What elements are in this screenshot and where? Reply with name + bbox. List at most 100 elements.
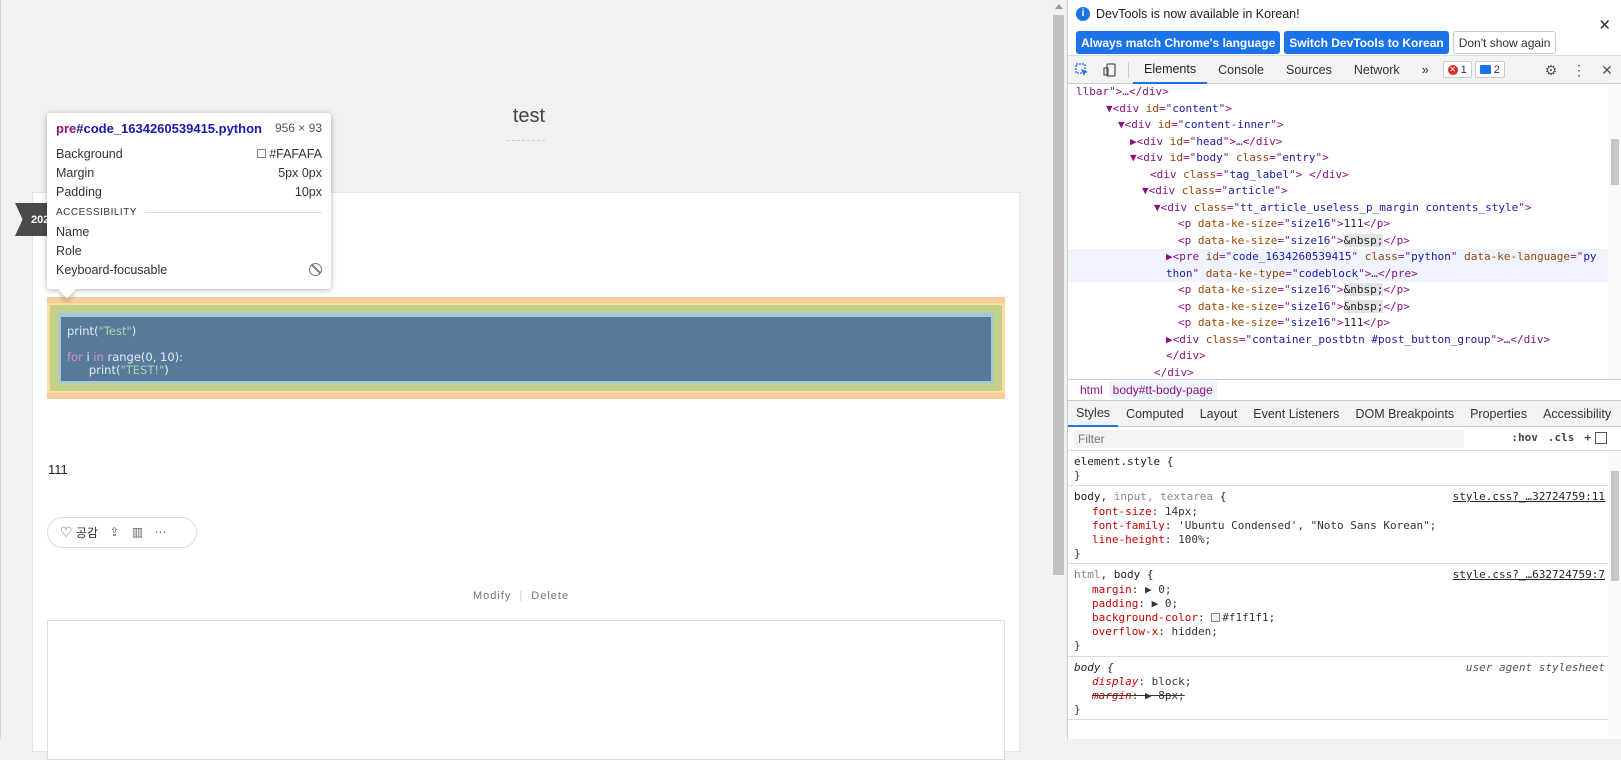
styles-pane: element.style { } body, input, textarea …: [1068, 451, 1621, 736]
page-scrollbar[interactable]: [1050, 0, 1067, 739]
tab-event-listeners[interactable]: Event Listeners: [1245, 401, 1347, 427]
post-title: test: [512, 105, 546, 127]
dom-node[interactable]: <p data-ke-size="size16">111</p>: [1068, 216, 1621, 233]
tab-console[interactable]: Console: [1207, 56, 1275, 84]
color-swatch[interactable]: [1211, 613, 1221, 623]
dom-tree: llbar">…</div> ▼<div id="content"> ▼<div…: [1068, 84, 1621, 379]
close-icon[interactable]: ✕: [1598, 16, 1611, 34]
more-tabs-icon[interactable]: »: [1411, 56, 1440, 84]
css-declaration[interactable]: overflow-x: hidden;: [1074, 625, 1615, 639]
dom-node[interactable]: ▼<div id="content">: [1068, 101, 1621, 118]
css-declaration[interactable]: margin: ▶ 0;: [1074, 583, 1615, 597]
close-devtools-icon[interactable]: ✕: [1593, 56, 1621, 84]
heart-icon: ♡: [60, 524, 73, 540]
dom-node[interactable]: ▼<div id="body" class="entry">: [1068, 150, 1621, 167]
dom-node[interactable]: <p data-ke-size="size16">111</p>: [1068, 315, 1621, 332]
switch-to-korean-button[interactable]: Switch DevTools to Korean: [1284, 31, 1449, 54]
dom-scrollbar[interactable]: [1608, 84, 1621, 379]
tooltip-selector: pre#code_1634260539415.python: [56, 121, 262, 136]
user-agent-label: user agent stylesheet: [1465, 660, 1605, 674]
stylesheet-link[interactable]: style.css?_…32724759:11: [1453, 490, 1605, 504]
stats-icon[interactable]: ▥: [131, 526, 144, 539]
hover-state-toggle[interactable]: :hov: [1511, 431, 1538, 444]
dom-node[interactable]: </div>: [1068, 348, 1621, 365]
color-swatch: [257, 149, 267, 158]
title-divider: [507, 140, 545, 141]
css-declaration[interactable]: padding: ▶ 0;: [1074, 597, 1615, 611]
filter-input[interactable]: [1074, 429, 1464, 448]
dom-node[interactable]: ▼<div class="article">: [1068, 183, 1621, 200]
dom-node[interactable]: ▶<div id="head">…</div>: [1068, 134, 1621, 151]
more-icon[interactable]: ⋯: [154, 526, 167, 539]
scrollbar-thumb[interactable]: [1611, 139, 1619, 185]
dom-node[interactable]: ▼<div id="content-inner">: [1068, 117, 1621, 134]
style-rule-html-body: html, body { style.css?_…632724759:7 mar…: [1068, 564, 1621, 657]
css-declaration[interactable]: font-size: 14px;: [1074, 505, 1615, 519]
toolbar-divider: [1128, 61, 1129, 78]
css-declaration[interactable]: background-color: #f1f1f1;: [1074, 611, 1615, 625]
styles-subtabs: Styles Computed Layout Event Listeners D…: [1068, 401, 1621, 427]
code-line: print("Test"): [67, 324, 137, 338]
modify-link[interactable]: Modify: [473, 590, 511, 602]
match-chrome-language-button[interactable]: Always match Chrome's language: [1076, 31, 1281, 54]
new-rule-button[interactable]: +: [1584, 431, 1591, 444]
web-page: test 202 print("Test") for i in range(0,…: [0, 0, 1050, 760]
delete-link[interactable]: Delete: [531, 590, 569, 602]
tab-layout[interactable]: Layout: [1192, 401, 1246, 427]
tab-dom-breakpoints[interactable]: DOM Breakpoints: [1347, 401, 1462, 427]
tooltip-row-margin: Margin 5px 0px: [56, 165, 322, 180]
dom-node[interactable]: <p data-ke-size="size16">&nbsp;</p>: [1068, 233, 1621, 250]
styles-scrollbar[interactable]: [1608, 451, 1621, 736]
message-icon: [1479, 65, 1491, 74]
kebab-menu-icon[interactable]: ⋮: [1565, 56, 1593, 84]
style-rule-element: element.style { }: [1068, 451, 1621, 487]
dom-node[interactable]: <p data-ke-size="size16">&nbsp;</p>: [1068, 299, 1621, 316]
inspect-tooltip: pre#code_1634260539415.python 956 × 93 B…: [47, 113, 331, 289]
dom-node[interactable]: </div>: [1068, 365, 1621, 380]
dom-node[interactable]: ▼<div class="tt_article_useless_p_margin…: [1068, 200, 1621, 217]
stylesheet-link[interactable]: style.css?_…632724759:7: [1453, 568, 1605, 582]
error-count-badge[interactable]: ✕ 1: [1442, 61, 1472, 78]
tab-network[interactable]: Network: [1343, 56, 1411, 84]
tab-elements[interactable]: Elements: [1133, 56, 1208, 84]
tab-sources[interactable]: Sources: [1275, 56, 1343, 84]
class-toggle[interactable]: .cls: [1548, 431, 1575, 444]
css-declaration-overridden: margin: ▶ 8px;: [1092, 689, 1185, 703]
tab-styles[interactable]: Styles: [1068, 401, 1119, 427]
scrollbar-thumb[interactable]: [1611, 471, 1619, 581]
tooltip-row-background: Background #FAFAFA: [56, 146, 322, 161]
devtools-toolbar: Elements Console Sources Network » ✕ 1 2 …: [1068, 56, 1621, 84]
dom-node[interactable]: <div class="tag_label"> </div>: [1068, 167, 1621, 184]
css-declaration: display: block;: [1092, 674, 1192, 688]
dom-node[interactable]: <p data-ke-size="size16">&nbsp;</p>: [1068, 282, 1621, 299]
comment-box[interactable]: [47, 620, 1005, 760]
toggle-sidebar-icon[interactable]: [1595, 432, 1607, 444]
dom-node-selected[interactable]: ▶<pre id="code_1634260539415" class="pyt…: [1068, 249, 1621, 282]
inspect-element-icon[interactable]: [1068, 56, 1096, 84]
scrollbar-thumb[interactable]: [1053, 15, 1064, 575]
reaction-bar: ♡ 공감 ⇪ ▥ ⋯: [47, 517, 197, 548]
code-line: print("TEST!"): [67, 363, 169, 377]
tooltip-row-keyboard-focusable: Keyboard-focusable: [56, 260, 322, 279]
info-message: DevTools is now available in Korean!: [1096, 7, 1300, 21]
dont-show-again-button[interactable]: Don't show again: [1452, 31, 1557, 54]
breadcrumb-html[interactable]: html: [1076, 381, 1107, 399]
share-icon[interactable]: ⇪: [108, 526, 121, 539]
style-rule-body-input: body, input, textarea { style.css?_…3272…: [1068, 486, 1621, 565]
breadcrumb-body[interactable]: body#tt-body-page: [1108, 381, 1217, 399]
message-count-badge[interactable]: 2: [1474, 61, 1505, 78]
dom-node[interactable]: llbar">…</div>: [1068, 84, 1621, 101]
css-declaration[interactable]: font-family: 'Ubuntu Condensed', "Noto S…: [1074, 519, 1615, 533]
dom-node[interactable]: ▶<div class="container_postbtn #post_but…: [1068, 332, 1621, 349]
device-toolbar-icon[interactable]: [1096, 56, 1124, 84]
error-icon: ✕: [1447, 64, 1458, 75]
gear-icon[interactable]: ⚙: [1537, 56, 1565, 84]
tab-accessibility[interactable]: Accessibility: [1535, 401, 1619, 427]
css-declaration[interactable]: line-height: 100%;: [1074, 533, 1615, 547]
tooltip-row-role: Role: [56, 243, 82, 258]
tab-computed[interactable]: Computed: [1118, 401, 1192, 427]
like-button[interactable]: ♡ 공감: [60, 524, 98, 541]
tab-properties[interactable]: Properties: [1462, 401, 1535, 427]
scroll-up-icon[interactable]: [1055, 4, 1063, 9]
devtools-panel: i DevTools is now available in Korean! ✕…: [1067, 0, 1621, 739]
